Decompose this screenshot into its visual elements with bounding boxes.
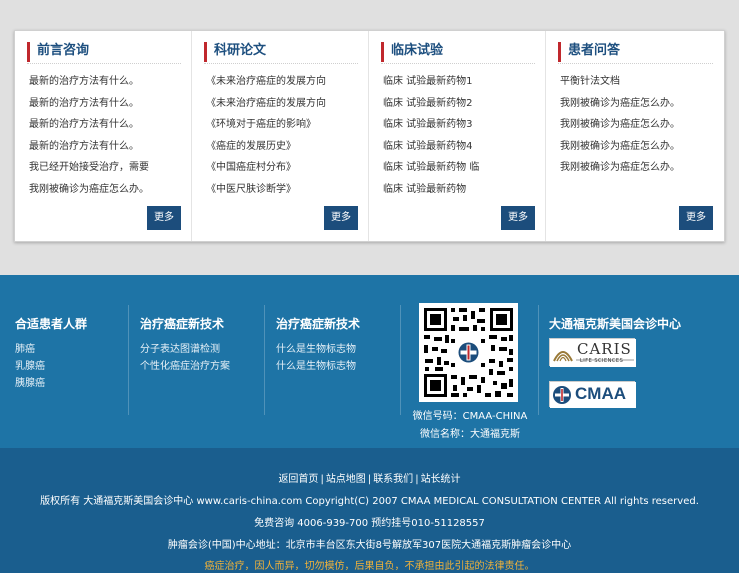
center-title: 大通福克斯美国会诊中心 <box>549 317 682 331</box>
footer-nav: 返回首页 | 站点地图 | 联系我们 | 站长统计 <box>0 470 739 485</box>
footer-nav-contact[interactable]: 联系我们 <box>373 474 413 485</box>
list-item[interactable]: 《中医尺肤诊断学》 <box>206 179 362 201</box>
contact-phone: 免费咨询 4006-939-700 预约挂号010-51128557 <box>254 518 485 529</box>
card-list: 平衡针法文档 我刚被确诊为癌症怎么办。 我刚被确诊为癌症怎么办。 我刚被确诊为癌… <box>560 71 717 179</box>
card-preface-consult: 前言咨询 最新的治疗方法有什么。 最新的治疗方法有什么。 最新的治疗方法有什么。… <box>15 31 192 241</box>
column-divider <box>400 305 401 415</box>
list-item[interactable]: 《癌症的发展历史》 <box>206 136 362 158</box>
footer-bottom-section: 返回首页 | 站点地图 | 联系我们 | 站长统计 版权所有 大通福克斯美国会诊中心 www… <box>0 448 739 573</box>
list-item[interactable]: 我刚被确诊为癌症怎么办。 <box>29 179 185 201</box>
footer-nav-stats[interactable]: 站长统计 <box>421 474 461 485</box>
footer-link[interactable]: 肺癌 <box>15 341 87 358</box>
copyright-text: 版权所有 大通福克斯美国会诊中心 www.caris-china.com Cop… <box>40 496 699 507</box>
card-patient-qa: 患者问答 平衡针法文档 我刚被确诊为癌症怎么办。 我刚被确诊为癌症怎么办。 我刚… <box>546 31 723 241</box>
qr-code-icon <box>419 303 518 402</box>
footer-column-list: 什么是生物标志物 什么是生物标志物 <box>276 341 360 375</box>
column-divider <box>264 305 265 415</box>
card-title: 患者问答 <box>558 42 713 62</box>
footer-column-list: 分子表达图谱检测 个性化癌症治疗方案 <box>140 341 230 375</box>
list-item[interactable]: 临床 试验最新药物2 <box>383 93 539 115</box>
card-divider <box>381 63 535 64</box>
caris-logo-text: CARIS <box>577 340 632 358</box>
footer-link[interactable]: 什么是生物标志物 <box>276 358 360 375</box>
list-item[interactable]: 我刚被确诊为癌症怎么办。 <box>560 114 717 136</box>
footer-column-tech-1: 治疗癌症新技术 分子表达图谱检测 个性化癌症治疗方案 <box>140 315 230 375</box>
content-cards-panel: 前言咨询 最新的治疗方法有什么。 最新的治疗方法有什么。 最新的治疗方法有什么。… <box>14 30 725 242</box>
list-item[interactable]: 我刚被确诊为癌症怎么办。 <box>560 136 717 158</box>
list-item[interactable]: 临床 试验最新药物 临 <box>383 157 539 179</box>
list-item[interactable]: 我刚被确诊为癌症怎么办。 <box>560 93 717 115</box>
footer-link[interactable]: 胰腺癌 <box>15 375 87 392</box>
card-divider <box>27 63 181 64</box>
wechat-id: 微信号码：CMAA-CHINA <box>412 411 528 422</box>
list-item[interactable]: 《中国癌症村分布》 <box>206 157 362 179</box>
list-item[interactable]: 最新的治疗方法有什么。 <box>29 114 185 136</box>
list-item[interactable]: 我刚被确诊为癌症怎么办。 <box>560 157 717 179</box>
address-text: 肿瘤会诊(中国)中心地址：北京市丰台区东大街8号解放军307医院大通福克斯肿瘤会… <box>167 540 572 551</box>
nav-separator: | <box>367 474 372 485</box>
list-item[interactable]: 临床 试验最新药物4 <box>383 136 539 158</box>
footer-link[interactable]: 个性化癌症治疗方案 <box>140 358 230 375</box>
card-list: 临床 试验最新药物1 临床 试验最新药物2 临床 试验最新药物3 临床 试验最新… <box>383 71 539 200</box>
cmaa-logo[interactable]: CMAA <box>549 381 636 408</box>
footer-link[interactable]: 分子表达图谱检测 <box>140 341 230 358</box>
wechat-qr-code <box>419 303 518 402</box>
card-title: 科研论文 <box>204 42 358 62</box>
disclaimer-warning: 癌症治疗，因人而异，切勿模仿，后果自负，不承担由此引起的法律责任。 <box>204 561 535 572</box>
caris-logo-subtext: LIFE SCIENCES <box>580 358 624 364</box>
footer-link[interactable]: 什么是生物标志物 <box>276 341 360 358</box>
card-clinical-trials: 临床试验 临床 试验最新药物1 临床 试验最新药物2 临床 试验最新药物3 临床… <box>369 31 546 241</box>
list-item[interactable]: 临床 试验最新药物 <box>383 179 539 201</box>
footer-column-title: 合适患者人群 <box>15 317 88 331</box>
card-divider <box>558 63 713 64</box>
card-divider <box>204 63 358 64</box>
list-item[interactable]: 临床 试验最新药物3 <box>383 114 539 136</box>
list-item[interactable]: 《未来治疗癌症的发展方向 <box>206 71 362 93</box>
list-item[interactable]: 《环境对于癌症的影响》 <box>206 114 362 136</box>
card-title: 临床试验 <box>381 42 535 62</box>
list-item[interactable]: 最新的治疗方法有什么。 <box>29 136 185 158</box>
footer-column-patients: 合适患者人群 肺癌 乳腺癌 胰腺癌 <box>15 315 87 392</box>
footer-link[interactable]: 乳腺癌 <box>15 358 87 375</box>
list-item[interactable]: 临床 试验最新药物1 <box>383 71 539 93</box>
more-button[interactable]: 更多 <box>147 206 181 230</box>
footer-column-list: 肺癌 乳腺癌 胰腺癌 <box>15 341 87 392</box>
more-button[interactable]: 更多 <box>501 206 535 230</box>
footer-nav-sitemap[interactable]: 站点地图 <box>326 474 366 485</box>
card-list: 最新的治疗方法有什么。 最新的治疗方法有什么。 最新的治疗方法有什么。 最新的治… <box>29 71 185 200</box>
more-button[interactable]: 更多 <box>324 206 358 230</box>
card-research-papers: 科研论文 《未来治疗癌症的发展方向 《未来治疗癌症的发展方向 《环境对于癌症的影… <box>192 31 369 241</box>
footer-column-title: 治疗癌症新技术 <box>276 317 361 331</box>
caris-logo[interactable]: CARIS LIFE SCIENCES <box>549 338 636 367</box>
cmaa-logo-text: CMAA <box>575 384 626 403</box>
column-divider <box>128 305 129 415</box>
list-item[interactable]: 最新的治疗方法有什么。 <box>29 71 185 93</box>
top-section: 前言咨询 最新的治疗方法有什么。 最新的治疗方法有什么。 最新的治疗方法有什么。… <box>0 0 739 275</box>
more-button[interactable]: 更多 <box>679 206 713 230</box>
footer-column-title: 治疗癌症新技术 <box>140 317 225 331</box>
list-item[interactable]: 我已经开始接受治疗，需要 <box>29 157 185 179</box>
wechat-name: 微信名称：大通福克斯 <box>420 429 520 440</box>
footer-nav-home[interactable]: 返回首页 <box>278 474 318 485</box>
footer-column-tech-2: 治疗癌症新技术 什么是生物标志物 什么是生物标志物 <box>276 315 360 375</box>
card-title: 前言咨询 <box>27 42 181 62</box>
nav-separator: | <box>320 474 324 485</box>
list-item[interactable]: 最新的治疗方法有什么。 <box>29 93 185 115</box>
column-divider <box>538 305 539 415</box>
footer-links-section: 合适患者人群 肺癌 乳腺癌 胰腺癌 治疗癌症新技术 分子表达图谱检测 个性化癌症… <box>0 275 739 448</box>
card-list: 《未来治疗癌症的发展方向 《未来治疗癌症的发展方向 《环境对于癌症的影响》 《癌… <box>206 71 362 200</box>
nav-separator: | <box>415 474 419 485</box>
list-item[interactable]: 平衡针法文档 <box>560 71 717 93</box>
list-item[interactable]: 《未来治疗癌症的发展方向 <box>206 93 362 115</box>
